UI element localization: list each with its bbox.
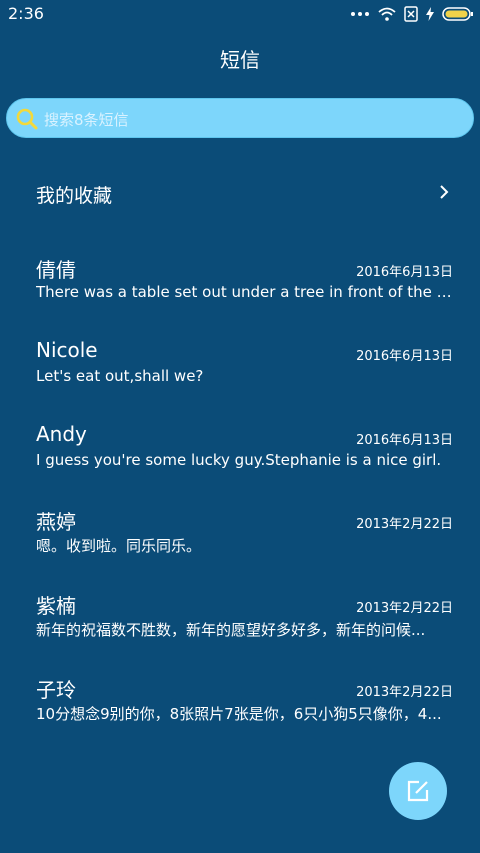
search-input[interactable]: 搜索8条短信 [6,98,474,138]
more-dots-icon [351,12,369,16]
status-icons [350,4,474,24]
status-bar: 2:36 [0,0,480,28]
conversation-date: 2016年6月13日 [356,433,453,448]
favorites-label: 我的收藏 [36,185,113,207]
conversation-date: 2016年6月13日 [356,349,453,364]
conversation-item[interactable]: 子玲 2013年2月22日 10分想念9别的你，8张照片7张是你，6只小狗5只像… [0,674,480,744]
status-time: 2:36 [8,4,44,23]
conversation-preview: 嗯。收到啦。同乐同乐。 [36,537,202,555]
battery-icon [442,7,473,21]
conversation-date: 2013年2月22日 [356,517,453,532]
conversation-name: Nicole [36,338,98,362]
compose-button[interactable] [389,762,447,820]
conversation-name: 燕婷 [36,510,76,534]
conversation-preview: 新年的祝福数不胜数，新年的愿望好多好多，新年的问候... [36,621,426,639]
conversation-preview: There was a table set out under a tree i… [36,283,452,301]
conversation-preview: I guess you're some lucky guy.Stephanie … [36,451,442,469]
wifi-icon [378,7,396,21]
search-placeholder: 搜索8条短信 [44,111,129,129]
conversation-name: Andy [36,422,87,446]
conversation-item[interactable]: 倩倩 2016年6月13日 There was a table set out … [0,254,480,324]
search-icon [16,108,38,130]
conversation-date: 2013年2月22日 [356,601,453,616]
conversation-item[interactable]: Andy 2016年6月13日 I guess you're some luck… [0,422,480,492]
conversation-date: 2016年6月13日 [356,265,453,280]
conversation-item[interactable]: Nicole 2016年6月13日 Let's eat out,shall we… [0,338,480,408]
conversation-date: 2013年2月22日 [356,685,453,700]
favorites-row[interactable]: 我的收藏 [0,166,480,218]
compose-icon [407,780,429,802]
sim-off-icon [404,6,418,22]
conversation-preview: Let's eat out,shall we? [36,367,204,385]
conversation-preview: 10分想念9别的你，8张照片7张是你，6只小狗5只像你，4... [36,705,442,723]
chevron-right-icon [440,185,449,199]
page-title: 短信 [220,48,260,72]
conversation-name: 子玲 [36,678,76,702]
conversation-item[interactable]: 燕婷 2013年2月22日 嗯。收到啦。同乐同乐。 [0,506,480,576]
conversation-item[interactable]: 紫楠 2013年2月22日 新年的祝福数不胜数，新年的愿望好多好多，新年的问候.… [0,590,480,660]
conversation-name: 倩倩 [36,258,76,282]
charging-icon [426,7,434,21]
conversation-name: 紫楠 [36,594,76,618]
